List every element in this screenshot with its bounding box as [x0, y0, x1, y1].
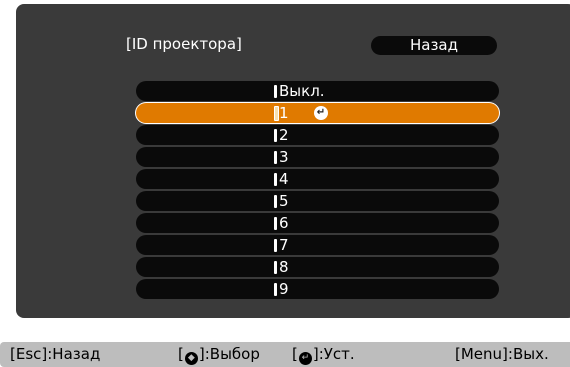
cursor-marker	[274, 173, 277, 186]
cursor-marker	[274, 283, 277, 296]
esc-action: :Назад	[47, 345, 101, 363]
menu-action: :Вых.	[507, 345, 549, 363]
dialog-title: [ID проектора]	[126, 35, 242, 53]
list-item-label: 8	[279, 258, 289, 276]
help-esc: [Esc]:Назад	[10, 344, 100, 365]
cursor-marker	[274, 85, 277, 98]
projector-id-list: Выкл. 1 2 3 4 5 6 7	[136, 81, 499, 301]
enter-icon: ↵	[298, 352, 312, 365]
list-item[interactable]: 4	[136, 169, 499, 189]
projector-id-dialog: [ID проектора] Назад Выкл. 1 2 3 4 5	[16, 4, 570, 318]
list-item-label: 9	[279, 280, 289, 298]
list-item-label: 2	[279, 126, 289, 144]
list-item[interactable]: 3	[136, 147, 499, 167]
cursor-marker	[274, 195, 277, 208]
list-item-label: 4	[279, 170, 289, 188]
cursor-marker	[274, 261, 277, 274]
list-item-label: Выкл.	[279, 82, 325, 100]
list-item[interactable]: Выкл.	[136, 81, 499, 101]
cursor-marker	[274, 151, 277, 164]
up-down-icon: ◆	[184, 352, 198, 365]
list-item[interactable]: 7	[136, 235, 499, 255]
help-enter: [↵]:Уст.	[292, 345, 355, 365]
list-item[interactable]: 9	[136, 279, 499, 299]
cursor-marker	[274, 217, 277, 230]
list-item-label: 7	[279, 236, 289, 254]
menu-key: [Menu]	[455, 345, 508, 363]
help-select: [◆]:Выбор	[178, 345, 260, 365]
list-item-label: 5	[279, 192, 289, 210]
esc-key: [Esc]	[10, 345, 48, 363]
select-action: :Выбор	[204, 345, 260, 363]
list-item[interactable]: 5	[136, 191, 499, 211]
list-item-label: 1	[279, 104, 289, 122]
cursor-marker	[274, 129, 277, 142]
enter-icon	[314, 106, 328, 120]
cursor-marker	[274, 239, 277, 252]
list-item-label: 3	[279, 148, 289, 166]
list-item[interactable]: 2	[136, 125, 499, 145]
list-item[interactable]: 8	[136, 257, 499, 277]
list-item[interactable]: 6	[136, 213, 499, 233]
help-menu: [Menu]:Вых.	[455, 344, 549, 365]
list-item-selected[interactable]: 1	[136, 103, 499, 123]
help-bar: [Esc]:Назад [◆]:Выбор [↵]:Уст. [Menu]:Вы…	[0, 342, 570, 367]
list-item-label: 6	[279, 214, 289, 232]
back-button[interactable]: Назад	[371, 36, 497, 55]
enter-action: :Уст.	[318, 345, 355, 363]
